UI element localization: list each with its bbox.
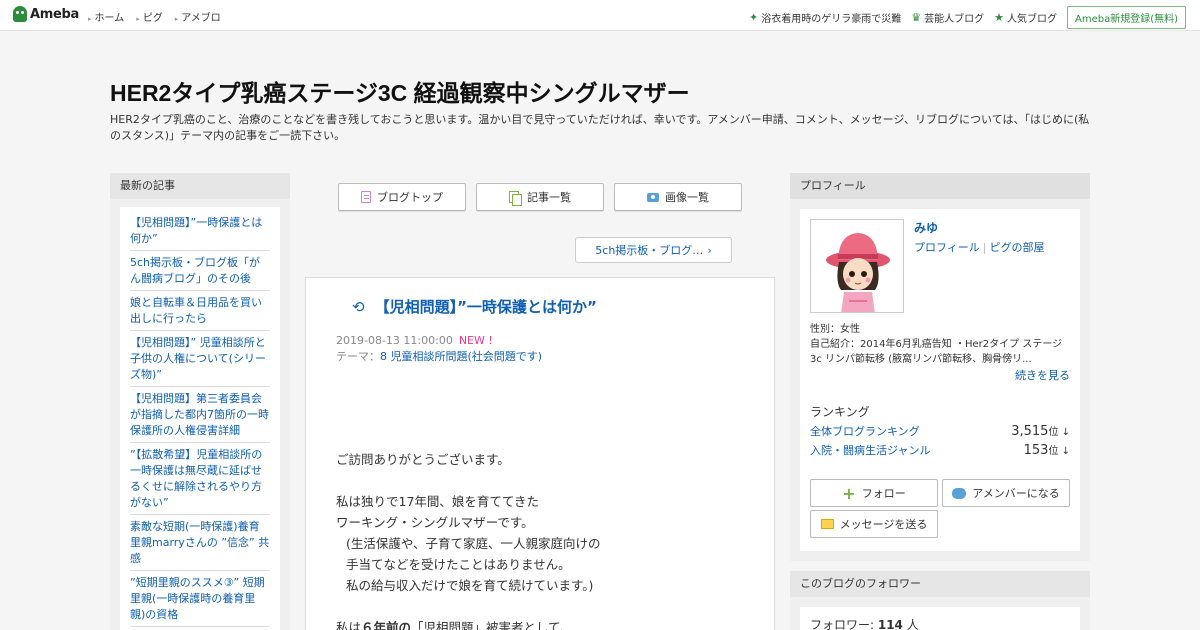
article: ⟲ 【児相問題】”一時保護とは何か” 2019-08-13 11:00:00 NE… (305, 277, 775, 630)
article-meta: 2019-08-13 11:00:00 NEW ! テーマ：8 児童相談所問題(社… (336, 333, 744, 365)
profile-heading: プロフィール (790, 173, 1090, 199)
read-more-link[interactable]: 続きを見る (1015, 367, 1070, 383)
recent-articles-list: 【児相問題】”一時保護とは何か” 5ch掲示板・ブログ板「がん闘病ブログ」のその… (120, 207, 280, 630)
followers-panel: このブログのフォロワー フォロワー: 114 人 (790, 571, 1090, 630)
recent-article-item[interactable]: 【児相問題】” 児童相談所と子供の人権について(シリーズ物)” (130, 331, 270, 387)
article-paragraph: 私は６年前の「児相問題」被害者として、 (336, 620, 573, 630)
sparkle-icon: ✦ (749, 11, 759, 24)
followers-count-row: フォロワー: 114 人 (800, 607, 1080, 630)
profile-name[interactable]: みゆ (914, 219, 938, 236)
image-list-button[interactable]: 画像一覧 (614, 183, 742, 211)
recent-article-item[interactable]: ”【拡散希望】児童相談所の一時保護は無尽蔵に延ばせるくせに解除されるやり方がない… (130, 443, 270, 515)
nav-home[interactable]: ▸ ホーム (88, 9, 124, 24)
profile-gender: 性別：女性 (810, 324, 860, 335)
profile-intro: 自己紹介：2014年6月乳癌告知 ・Her2タイプ ステージ3c リンパ節転移 … (810, 339, 1063, 365)
next-article-button[interactable]: 5ch掲示板・ブログ… › (575, 237, 732, 263)
article-paragraph: ご訪問ありがとうございます。 (336, 452, 510, 467)
avatar[interactable] (810, 219, 904, 313)
recent-article-item[interactable]: 【児相問題】第三者委員会が指摘した都内7箇所の一時保護所の人権侵害詳細 (130, 387, 270, 443)
ranking-value: 153位 ↓ (1023, 443, 1070, 458)
chevron-right-icon: › (707, 243, 712, 257)
recent-articles-panel: 最新の記事 【児相問題】”一時保護とは何か” 5ch掲示板・ブログ板「がん闘病ブ… (110, 173, 290, 630)
blog-description: HER2タイプ乳癌のこと、治療のことなどを書き残しておこうと思います。温かい目で… (110, 113, 1090, 142)
nav-pigg[interactable]: ▸ ピグ (136, 9, 163, 24)
ranking-heading: ランキング (810, 405, 870, 419)
divider: | (982, 241, 987, 254)
trending-link[interactable]: ✦ 浴衣着用時のゲリラ豪雨で災難 (749, 10, 901, 25)
article-date: 2019-08-13 11:00:00 (336, 334, 453, 347)
popular-blog-link[interactable]: ★ 人気ブログ (994, 10, 1057, 25)
ranking-value: 3,515位 ↓ (1011, 424, 1070, 439)
document-icon (361, 191, 371, 203)
ameba-logo-icon (13, 6, 27, 22)
recent-article-item[interactable]: 5ch掲示板・ブログ板「がん闘病ブログ」のその後 (130, 251, 270, 291)
chat-bubble-icon (952, 487, 967, 499)
celebrity-blog-link[interactable]: ♛ 芸能人ブログ (911, 10, 984, 25)
header-right: ✦ 浴衣着用時のゲリラ豪雨で災難 ♛ 芸能人ブログ ★ 人気ブログ Ameba新規登録… (749, 6, 1186, 29)
ranking-genre-link[interactable]: 入院・闘病生活ジャンル (810, 442, 930, 458)
theme-label: テーマ： (336, 350, 380, 363)
recent-articles-heading: 最新の記事 (110, 173, 290, 199)
star-icon: ★ (994, 11, 1004, 24)
ranking-row: 入院・闘病生活ジャンル 153位 ↓ (810, 442, 1070, 458)
global-nav: ▸ ホーム ▸ ピグ ▸ アメブロ (88, 9, 221, 24)
reblog-icon: ⟲ (352, 297, 365, 316)
global-header: Ameba ▸ ホーム ▸ ピグ ▸ アメブロ ✦ 浴衣着用時のゲリラ豪雨で災難 ♛ 芸能… (0, 0, 1200, 31)
nav-ameblo[interactable]: ▸ アメブロ (175, 9, 221, 24)
recent-article-item[interactable]: 素敵な短期(一時保護)養育里親marryさんの ”信念” 共感 (130, 515, 270, 571)
ameba-logo[interactable]: Ameba (13, 6, 79, 22)
documents-icon (509, 190, 522, 206)
follow-button[interactable]: + フォロー (810, 479, 938, 507)
pigg-room-link[interactable]: ピグの部屋 (990, 241, 1045, 254)
recent-article-item[interactable]: 【児相問題】”一時保護とは何か” (130, 211, 270, 251)
article-title-row: ⟲ 【児相問題】”一時保護とは何か” (336, 296, 744, 317)
followers-count[interactable]: 114 (878, 618, 903, 630)
recent-article-item[interactable]: ”短期里親のススメ③” 短期里親(一時保護時の養育里親)の資格 (130, 571, 270, 627)
logo-text: Ameba (30, 6, 80, 22)
article-theme-link[interactable]: 8 児童相談所問題(社会問題です) (380, 350, 542, 363)
recent-article-item[interactable]: 娘と自転車＆日用品を買い出しに行ったら (130, 291, 270, 331)
plus-icon: + (842, 483, 856, 503)
profile-info: 性別：女性 自己紹介：2014年6月乳癌告知 ・Her2タイプ ステージ3c リ… (810, 322, 1072, 367)
send-message-button[interactable]: メッセージを送る (810, 510, 938, 538)
profile-link[interactable]: プロフィール (914, 241, 980, 254)
article-list-button[interactable]: 記事一覧 (476, 183, 604, 211)
profile-panel: プロフィール みゆ プロフィール | ピグの部屋 性別：女性 自己紹介：2014… (790, 173, 1090, 561)
blog-top-button[interactable]: ブログトップ (338, 183, 466, 211)
article-title[interactable]: 【児相問題】”一時保護とは何か” (375, 296, 597, 317)
profile-links: プロフィール | ピグの部屋 (914, 239, 1045, 255)
ranking-overall-link[interactable]: 全体ブログランキング (810, 423, 920, 439)
crown-icon: ♛ (911, 11, 922, 24)
chevron-right-icon: ▸ (174, 15, 179, 23)
chevron-right-icon: ▸ (136, 15, 140, 23)
followers-heading: このブログのフォロワー (790, 571, 1090, 597)
article-body: ご訪問ありがとうございます。 私は独りで17年間、娘を育ててきた ワーキング・シ… (336, 449, 744, 630)
article-paragraph: 私は独りで17年間、娘を育ててきた ワーキング・シングルマザーです。 (生活保護… (336, 494, 601, 593)
blog-nav-buttons: ブログトップ 記事一覧 画像一覧 (338, 183, 742, 211)
amember-button[interactable]: アメンバーになる (942, 479, 1070, 507)
chevron-right-icon: ▸ (88, 15, 92, 23)
register-button[interactable]: Ameba新規登録(無料) (1066, 6, 1186, 29)
mail-icon (820, 519, 834, 529)
ranking-row: 全体ブログランキング 3,515位 ↓ (810, 423, 1070, 439)
blog-title[interactable]: HER2タイプ乳癌ステージ3C 経過観察中シングルマザー (110, 74, 690, 108)
camera-icon (647, 192, 659, 202)
new-badge: NEW ! (458, 334, 493, 347)
